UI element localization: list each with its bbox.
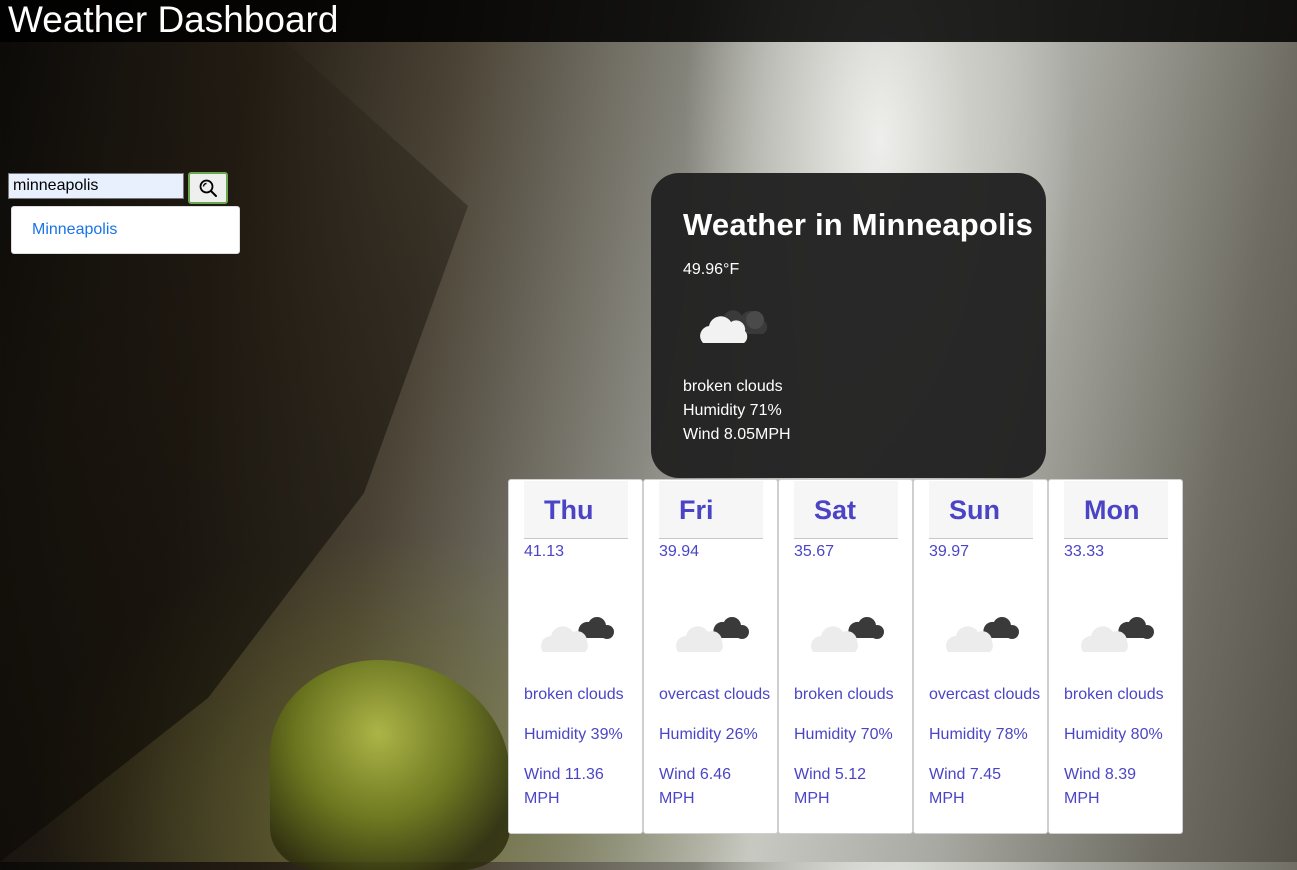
forecast-description: broken clouds [794,686,894,703]
forecast-humidity: Humidity 78% [929,726,1028,743]
current-weather-title: Weather in Minneapolis [683,207,1034,242]
background-moss [270,660,510,870]
forecast-humidity: Humidity 39% [524,726,623,743]
current-weather-card: Weather in Minneapolis 49.96°F broken cl… [651,173,1046,478]
broken-clouds-icon [539,604,619,664]
current-temperature: 49.96°F [683,261,740,278]
forecast-temp: 39.94 [659,543,700,560]
forecast-temp: 35.67 [794,543,835,560]
overcast-clouds-icon [944,604,1024,664]
forecast-humidity: Humidity 26% [659,726,758,743]
forecast-description: broken clouds [524,686,624,703]
forecast-temp: 39.97 [929,543,970,560]
page-title: Weather Dashboard [8,0,339,40]
broken-clouds-icon [1079,604,1159,664]
current-wind: Wind 8.05MPH [683,426,791,443]
forecast-humidity: Humidity 70% [794,726,893,743]
forecast-wind: Wind 11.36 MPH [524,766,604,807]
forecast-humidity: Humidity 80% [1064,726,1163,743]
forecast-day: Mon [1064,481,1168,539]
autocomplete-dropdown: Minneapolis [11,206,240,254]
forecast-card: Mon 33.33 broken clouds Humidity 80% Win… [1048,479,1183,834]
forecast-card: Sat 35.67 broken clouds Humidity 70% Win… [778,479,913,834]
forecast-description: broken clouds [1064,686,1164,703]
forecast-row: Thu 41.13 broken clouds Humidity 39% Win… [508,479,1183,834]
forecast-card: Fri 39.94 overcast clouds Humidity 26% W… [643,479,778,834]
forecast-description: overcast clouds [659,686,771,703]
broken-clouds-icon [695,293,1046,363]
forecast-day: Sun [929,481,1033,539]
forecast-card: Thu 41.13 broken clouds Humidity 39% Win… [508,479,643,834]
city-search-input[interactable] [8,173,184,199]
forecast-day: Fri [659,481,763,539]
forecast-day: Sat [794,481,898,539]
current-humidity: Humidity 71% [683,402,782,419]
app-header: Weather Dashboard [0,0,1297,42]
forecast-wind: Wind 5.12 MPH [794,766,867,807]
overcast-clouds-icon [674,604,754,664]
broken-clouds-icon [809,604,889,664]
autocomplete-option[interactable]: Minneapolis [32,221,117,239]
forecast-temp: 41.13 [524,543,565,560]
forecast-day: Thu [524,481,628,539]
forecast-wind: Wind 8.39 MPH [1064,766,1137,807]
forecast-wind: Wind 6.46 MPH [659,766,732,807]
search-button[interactable] [188,172,228,204]
forecast-description: overcast clouds [929,686,1041,703]
forecast-wind: Wind 7.45 MPH [929,766,1002,807]
current-description: broken clouds [683,378,783,395]
search-bar [8,172,228,204]
forecast-temp: 33.33 [1064,543,1105,560]
forecast-card: Sun 39.97 overcast clouds Humidity 78% W… [913,479,1048,834]
search-icon [199,179,217,197]
